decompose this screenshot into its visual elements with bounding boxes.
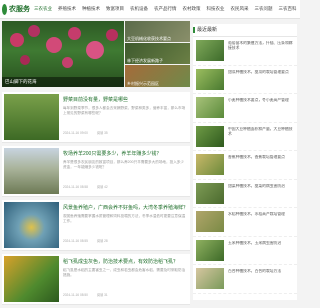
article-card[interactable]: 稻飞虱成虫灰色，防治技术要点，有效防治稻飞虱？ 稻飞虱是水稻的主要害虫之一，成虫… (2, 254, 190, 305)
sidebar: 最近最新 葡萄苗木的繁殖方法，扦插、压条和嫁接技术 甜瓜种植技术，甜瓜的栽培管理… (193, 24, 297, 300)
article-meta: 2024-11-16 08:50 阅读 31 (63, 292, 187, 297)
sidebar-thumbnail[interactable] (196, 97, 224, 118)
flower-image (28, 25, 40, 37)
article-views: 阅读 42 (96, 185, 108, 189)
article-date: 2024-11-16 08:58 (63, 185, 88, 189)
hero-side-caption: 大豆机械化收获技术要点 (127, 36, 171, 41)
article-views: 阅读 31 (96, 293, 108, 297)
main-nav: 三农农业 养殖技术 种植技术 致富项目 农机设备 农产品行情 农村政策 科技农业… (34, 0, 303, 18)
article-views: 阅读 28 (96, 239, 108, 243)
sidebar-item-title[interactable]: 百合种植技术，百合的栽培方法 (228, 269, 294, 284)
hero-side-image[interactable]: 林下经济发展新路子 (125, 43, 190, 64)
article-date: 2024-11-16 08:55 (63, 239, 88, 243)
nav-item[interactable]: 三农农业 (34, 6, 52, 12)
article-date: 2024-11-16 08:50 (63, 293, 88, 297)
nav-item[interactable]: 三农问题 (255, 6, 273, 12)
sidebar-item[interactable]: 中国大豆种植面积和产量，大豆种植技术 (193, 123, 297, 151)
nav-item[interactable]: 农机设备 (130, 6, 148, 12)
hero-side-image[interactable]: 大豆机械化收获技术要点 (125, 21, 190, 42)
sidebar-item[interactable]: 葡萄苗木的繁殖方法，扦插、压条和嫁接技术 (193, 37, 297, 66)
sidebar-item-title[interactable]: 香蕉种植技术，香蕉栽培管理要点 (228, 155, 294, 170)
sidebar-item-title[interactable]: 甜瓜种植技术，甜瓜的栽培管理要点 (228, 70, 294, 85)
nav-item[interactable]: 农民风采 (231, 6, 249, 12)
site-logo[interactable]: 农服务 (2, 2, 30, 16)
sidebar-item[interactable]: 百合种植技术，百合的栽培方法 (193, 265, 297, 294)
sidebar-item[interactable]: 甜菜种植技术，甜菜的病虫害防治 (193, 180, 297, 208)
flower-image (46, 37, 62, 53)
article-thumbnail[interactable] (4, 148, 59, 194)
article-meta: 2024-11-16 08:58 阅读 42 (63, 184, 187, 189)
hero-banner: 巴山脚下的花海 大豆机械化收获技术要点 林下经济发展新路子 乡村振兴示范园区 (2, 21, 190, 87)
sidebar-thumbnail[interactable] (196, 40, 224, 61)
sidebar-thumbnail[interactable] (196, 239, 224, 261)
site-name: 农服务 (9, 6, 30, 13)
nav-item[interactable]: 致富项目 (106, 6, 124, 12)
leaf-logo-icon (2, 3, 7, 15)
article-summary: 每年到野菜季节，很多人都会去采摘野菜，野菜种类多，营养丰富，那么市场上常见的野菜… (63, 106, 186, 116)
flower-image (10, 33, 24, 47)
sidebar-item-title[interactable]: 小麦种植技术要点，冬小麦高产管理 (228, 98, 294, 113)
hero-side-image[interactable]: 乡村振兴示范园区 (125, 65, 190, 87)
sidebar-thumbnail[interactable] (196, 182, 224, 204)
flower-image (68, 27, 81, 40)
sidebar-thumbnail[interactable] (196, 154, 224, 175)
article-thumbnail[interactable] (4, 94, 59, 140)
flower-image (20, 55, 30, 65)
article-thumbnail[interactable] (4, 256, 59, 302)
hero-main-image[interactable]: 巴山脚下的花海 (2, 21, 124, 87)
hero-caption: 巴山脚下的花海 (2, 77, 124, 87)
nav-item[interactable]: 种植技术 (82, 6, 100, 12)
flower-image (62, 57, 73, 68)
sidebar-thumbnail[interactable] (196, 125, 224, 147)
sidebar-heading: 最近最新 (193, 24, 297, 37)
hero-side-caption: 林下经济发展新路子 (127, 58, 163, 63)
article-card[interactable]: 牧场养羊200只需要多少，养羊年赚多少钱？ 养羊是很多农民朋友的致富项目，那么养… (2, 146, 190, 197)
flower-image (106, 29, 118, 41)
top-navigation-bar: 农服务 三农农业 养殖技术 种植技术 致富项目 农机设备 农产品行情 农村政策 … (0, 0, 300, 19)
sidebar-thumbnail[interactable] (196, 68, 224, 90)
nav-item[interactable]: 农产品行情 (154, 6, 177, 12)
article-card[interactable]: 野菜目前没有量，野菜是哪些 每年到野菜季节，很多人都会去采摘野菜，野菜种类多，营… (2, 92, 190, 143)
sidebar-item[interactable]: 小麦种植技术要点，冬小麦高产管理 (193, 94, 297, 123)
article-meta: 2024-11-16 08:55 阅读 28 (63, 238, 187, 243)
sidebar-item-title[interactable]: 葡萄苗木的繁殖方法，扦插、压条和嫁接技术 (228, 41, 294, 56)
sidebar-item-title[interactable]: 水稻种植技术，水稻高产栽培管理 (228, 212, 294, 227)
sidebar-item[interactable]: 玉米种植技术，玉米病虫害防治 (193, 237, 297, 265)
sidebar-item[interactable]: 水稻种植技术，水稻高产栽培管理 (193, 208, 297, 237)
sidebar-thumbnail[interactable] (196, 268, 224, 289)
article-card[interactable]: 风景鱼养殖户，广西会养不好鱼吗，大湾冬季养殖海鲜？ 观赏鱼养殖需要掌握水质管理和… (2, 200, 190, 251)
article-views: 阅读 35 (96, 131, 108, 135)
nav-item[interactable]: 农村政策 (183, 6, 201, 12)
nav-item[interactable]: 三农百科 (279, 6, 297, 12)
sidebar-item-title[interactable]: 玉米种植技术，玉米病虫害防治 (228, 241, 294, 256)
article-summary: 养羊是很多农民朋友的致富项目，那么养200只羊需要多大的场地，投入多少资金，一年… (63, 160, 184, 170)
sidebar-thumbnail[interactable] (196, 211, 224, 232)
nav-item[interactable]: 养殖技术 (58, 6, 76, 12)
article-date: 2024-11-16 09:00 (63, 131, 88, 135)
nav-item[interactable]: 科技农业 (207, 6, 225, 12)
flower-image (86, 41, 104, 59)
article-title[interactable]: 牧场养羊200只需要多少，养羊年赚多少钱？ (63, 150, 187, 157)
sidebar-item[interactable]: 甜瓜种植技术，甜瓜的栽培管理要点 (193, 66, 297, 94)
hero-side-caption: 乡村振兴示范园区 (127, 81, 159, 86)
article-meta: 2024-11-16 09:00 阅读 35 (63, 130, 187, 135)
article-feed: 野菜目前没有量，野菜是哪些 每年到野菜季节，很多人都会去采摘野菜，野菜种类多，营… (2, 92, 190, 308)
sidebar-item[interactable]: 香蕉种植技术，香蕉栽培管理要点 (193, 151, 297, 180)
article-summary: 观赏鱼养殖需要掌握水质管理和饲料投喂的方法，冬季水温低时更要注意保温工作。 (63, 214, 186, 224)
article-thumbnail[interactable] (4, 202, 59, 248)
sidebar-item-title[interactable]: 中国大豆种植面积和产量，大豆种植技术 (228, 127, 294, 142)
article-title[interactable]: 稻飞虱成虫灰色，防治技术要点，有效防治稻飞虱？ (63, 258, 187, 265)
article-summary: 稻飞虱是水稻的主要害虫之一，成虫和若虫都会危害水稻，需要及时采取防治措施。 (63, 268, 186, 278)
article-title[interactable]: 风景鱼养殖户，广西会养不好鱼吗，大湾冬季养殖海鲜？ (63, 204, 187, 211)
sidebar-item-title[interactable]: 甜菜种植技术，甜菜的病虫害防治 (228, 184, 294, 199)
article-title[interactable]: 野菜目前没有量，野菜是哪些 (63, 96, 187, 103)
